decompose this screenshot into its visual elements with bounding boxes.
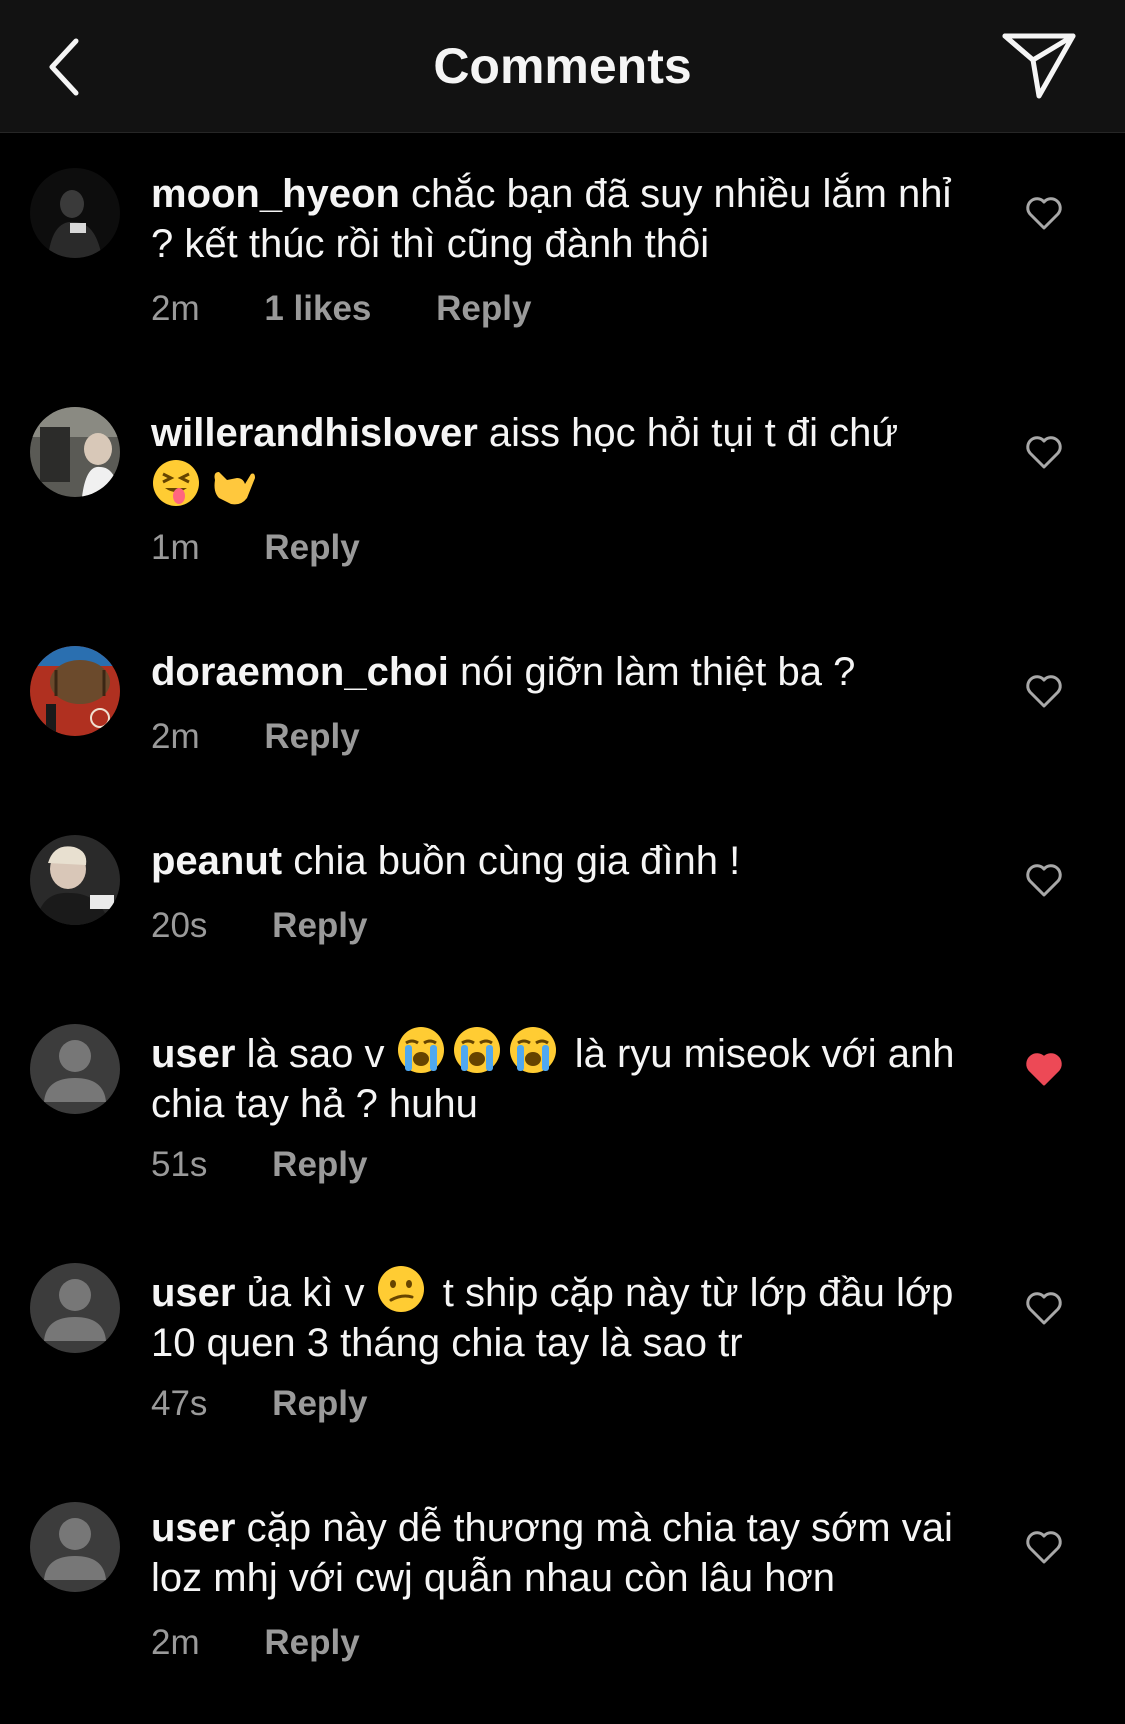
comment-body: cặp này dễ thương mà chia tay sớm vai lo… (151, 1506, 953, 1600)
confused-face-emoji (377, 1266, 424, 1312)
comment-timestamp: 2m (151, 289, 200, 328)
comment-meta: 1m Reply (151, 528, 360, 568)
page-title: Comments (433, 38, 692, 94)
comment-username[interactable]: peanut (151, 839, 282, 883)
comment-timestamp: 20s (151, 906, 208, 945)
comment-likes-count[interactable]: 1 likes (264, 289, 371, 329)
comment-body-start: là sao v (246, 1032, 385, 1076)
avatar[interactable] (30, 835, 120, 925)
comment-text: doraemon_choi nói giỡn làm thiệt ba ? (151, 647, 966, 697)
comment-meta: 20s Reply (151, 906, 367, 946)
comment-body: aiss học hỏi tụi t đi chứ (488, 411, 899, 455)
reply-button[interactable]: Reply (264, 528, 359, 568)
heart-icon[interactable] (1024, 860, 1064, 900)
heart-icon[interactable] (1024, 671, 1064, 711)
comment-body: chia buồn cùng gia đình ! (293, 839, 741, 883)
heart-icon[interactable] (1024, 1288, 1064, 1328)
comment-meta: 2m Reply (151, 1623, 360, 1663)
avatar[interactable] (30, 1024, 120, 1114)
paper-plane-icon[interactable] (1001, 30, 1077, 102)
comment-timestamp: 2m (151, 717, 200, 756)
comment-timestamp: 51s (151, 1145, 208, 1184)
reply-button[interactable]: Reply (264, 1623, 359, 1663)
comment-timestamp: 47s (151, 1384, 208, 1423)
comment-meta: 2m 1 likes Reply (151, 289, 531, 329)
comment-username[interactable]: user (151, 1032, 236, 1076)
loudly-crying-emoji (453, 1027, 500, 1073)
comment-text: moon_hyeon chắc bạn đã suy nhiều lắm nhỉ… (151, 169, 966, 269)
heart-filled-icon[interactable] (1024, 1049, 1064, 1089)
loudly-crying-emoji (509, 1027, 556, 1073)
comment-meta: 2m Reply (151, 717, 360, 757)
top-bar: Comments (0, 0, 1125, 133)
reply-button[interactable]: Reply (272, 906, 367, 946)
avatar[interactable] (30, 646, 120, 736)
reply-button[interactable]: Reply (272, 1145, 367, 1185)
comment-meta: 51s Reply (151, 1145, 367, 1185)
avatar[interactable] (30, 407, 120, 497)
call-me-hand-emoji (214, 472, 255, 505)
comment-username[interactable]: moon_hyeon (151, 172, 400, 216)
comment-username[interactable]: user (151, 1271, 236, 1315)
comment-text: peanut chia buồn cùng gia đình ! (151, 836, 966, 886)
comment-username[interactable]: doraemon_choi (151, 650, 449, 694)
comment-text: user là sao v là ryu miseok với anh chia… (151, 1025, 966, 1129)
comment-body: nói giỡn làm thiệt ba ? (459, 650, 856, 694)
comment-timestamp: 2m (151, 1623, 200, 1662)
chevron-left-icon[interactable] (40, 35, 100, 99)
reply-button[interactable]: Reply (436, 289, 531, 329)
reply-button[interactable]: Reply (272, 1384, 367, 1424)
avatar[interactable] (30, 168, 120, 258)
squinting-tongue-emoji (153, 460, 199, 506)
loudly-crying-emoji (397, 1027, 444, 1073)
comment-username[interactable]: willerandhislover (151, 411, 478, 455)
reply-button[interactable]: Reply (264, 717, 359, 757)
heart-icon[interactable] (1024, 1527, 1064, 1567)
heart-icon[interactable] (1024, 432, 1064, 472)
comment-body-start: ủa kì v (246, 1271, 365, 1315)
comment-username[interactable]: user (151, 1506, 236, 1550)
comment-text: willerandhislover aiss học hỏi tụi t đi … (151, 408, 966, 512)
heart-icon[interactable] (1024, 193, 1064, 233)
comment-timestamp: 1m (151, 528, 200, 567)
avatar[interactable] (30, 1502, 120, 1592)
comment-text: user ủa kì v t ship cặp này từ lớp đầu l… (151, 1264, 966, 1368)
comment-meta: 47s Reply (151, 1384, 367, 1424)
comment-text: user cặp này dễ thương mà chia tay sớm v… (151, 1503, 966, 1603)
avatar[interactable] (30, 1263, 120, 1353)
